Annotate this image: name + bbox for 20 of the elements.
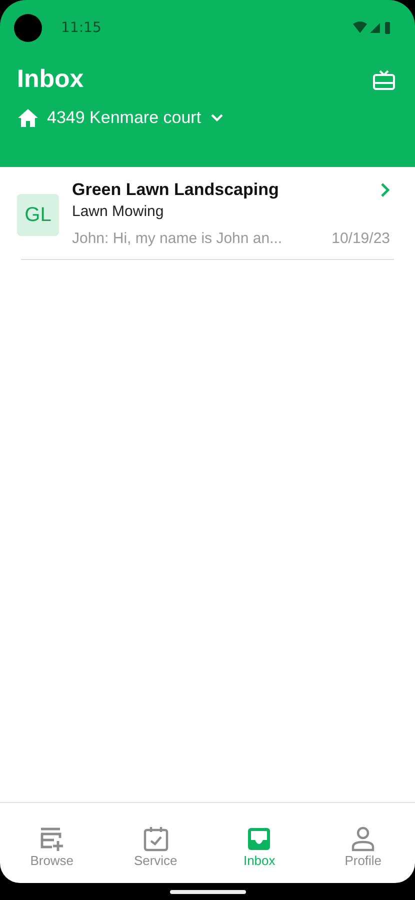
conversation-item[interactable]: GL Green Lawn Landscaping Lawn Mowing John: Hi, my name is John an... 10/19/23 (21, 167, 394, 260)
service-name: Lawn Mowing (72, 203, 165, 220)
status-icons (353, 20, 393, 34)
status-time: 11:15 (61, 20, 102, 36)
nav-tab[interactable]: Service (104, 803, 208, 883)
nav-tab[interactable]: Profile (311, 803, 415, 883)
avatar: GL (17, 194, 59, 236)
nav-tab[interactable]: Inbox (208, 803, 312, 883)
chevron-right-icon (380, 182, 390, 198)
calendar-check-icon (142, 825, 170, 853)
nav-tab[interactable]: Browse (0, 803, 104, 883)
home-icon (17, 108, 39, 128)
address-selector[interactable]: 4349 Kenmare court (17, 108, 226, 128)
provider-name: Green Lawn Landscaping (72, 180, 279, 200)
chevron-down-icon (209, 112, 226, 124)
camera-hole (14, 14, 42, 42)
message-date: 10/19/23 (332, 230, 390, 247)
message-preview: John: Hi, my name is John an... (72, 230, 282, 247)
page-title: Inbox (17, 65, 84, 94)
home-indicator[interactable] (170, 890, 246, 894)
